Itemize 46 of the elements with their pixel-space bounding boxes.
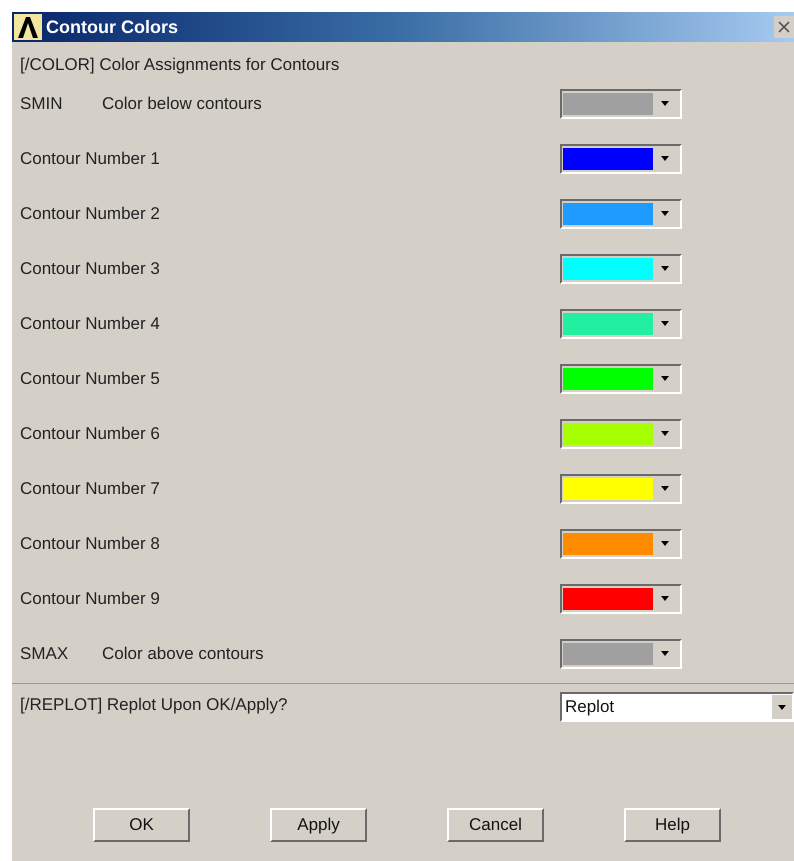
- row-label: Contour Number 8: [20, 532, 160, 555]
- row-label: Contour Number 4: [20, 312, 160, 335]
- logo-icon: [14, 14, 42, 40]
- row-label: Color below contours: [102, 92, 262, 115]
- caret-icon: [661, 486, 669, 491]
- color-dropdown[interactable]: [560, 308, 682, 338]
- caret-icon: [661, 321, 669, 326]
- row-label: Contour Number 7: [20, 478, 160, 500]
- caret-icon: [661, 266, 669, 271]
- color-dropdown[interactable]: [560, 144, 682, 174]
- row-code: SMAX: [20, 642, 70, 665]
- color-dropdown[interactable]: [560, 254, 682, 284]
- row-label: Color above contours: [102, 642, 264, 665]
- caret-icon: [661, 211, 669, 216]
- window-title: Contour Colors: [46, 16, 178, 38]
- caret-icon: [661, 651, 669, 656]
- color-dropdown[interactable]: [560, 528, 682, 558]
- row-label: Contour Number 9: [20, 588, 160, 610]
- caret-icon: [661, 101, 669, 106]
- dialog-button[interactable]: OK: [93, 808, 190, 842]
- dialog-button[interactable]: Help: [624, 808, 721, 842]
- caret-icon: [778, 704, 786, 710]
- color-dropdown[interactable]: [560, 364, 682, 394]
- row-label: Contour Number 2: [20, 202, 160, 225]
- color-dropdown[interactable]: [560, 474, 682, 504]
- caret-icon: [661, 156, 669, 161]
- color-dropdown[interactable]: [560, 584, 682, 614]
- row-label: Contour Number 6: [20, 422, 160, 445]
- color-dropdown[interactable]: [560, 88, 682, 118]
- replot-label: [/REPLOT] Replot Upon OK/Apply?: [20, 694, 288, 716]
- color-dropdown[interactable]: [560, 638, 682, 668]
- dialog-button[interactable]: Cancel: [447, 808, 544, 842]
- replot-dropdown[interactable]: Replot: [560, 692, 794, 722]
- row-label: Contour Number 1: [20, 148, 160, 170]
- color-dropdown[interactable]: [560, 198, 682, 228]
- row-code: SMIN: [20, 92, 64, 115]
- caret-icon: [661, 376, 669, 381]
- close-icon[interactable]: [774, 16, 794, 38]
- caret-icon: [661, 541, 669, 546]
- caret-icon: [661, 596, 669, 601]
- color-dropdown[interactable]: [560, 418, 682, 448]
- caret-icon: [661, 431, 669, 436]
- dialog-button[interactable]: Apply: [270, 808, 367, 842]
- row-label: Contour Number 3: [20, 258, 160, 280]
- section-heading: [/COLOR] Color Assignments for Contours: [20, 54, 340, 76]
- row-label: Contour Number 5: [20, 368, 160, 390]
